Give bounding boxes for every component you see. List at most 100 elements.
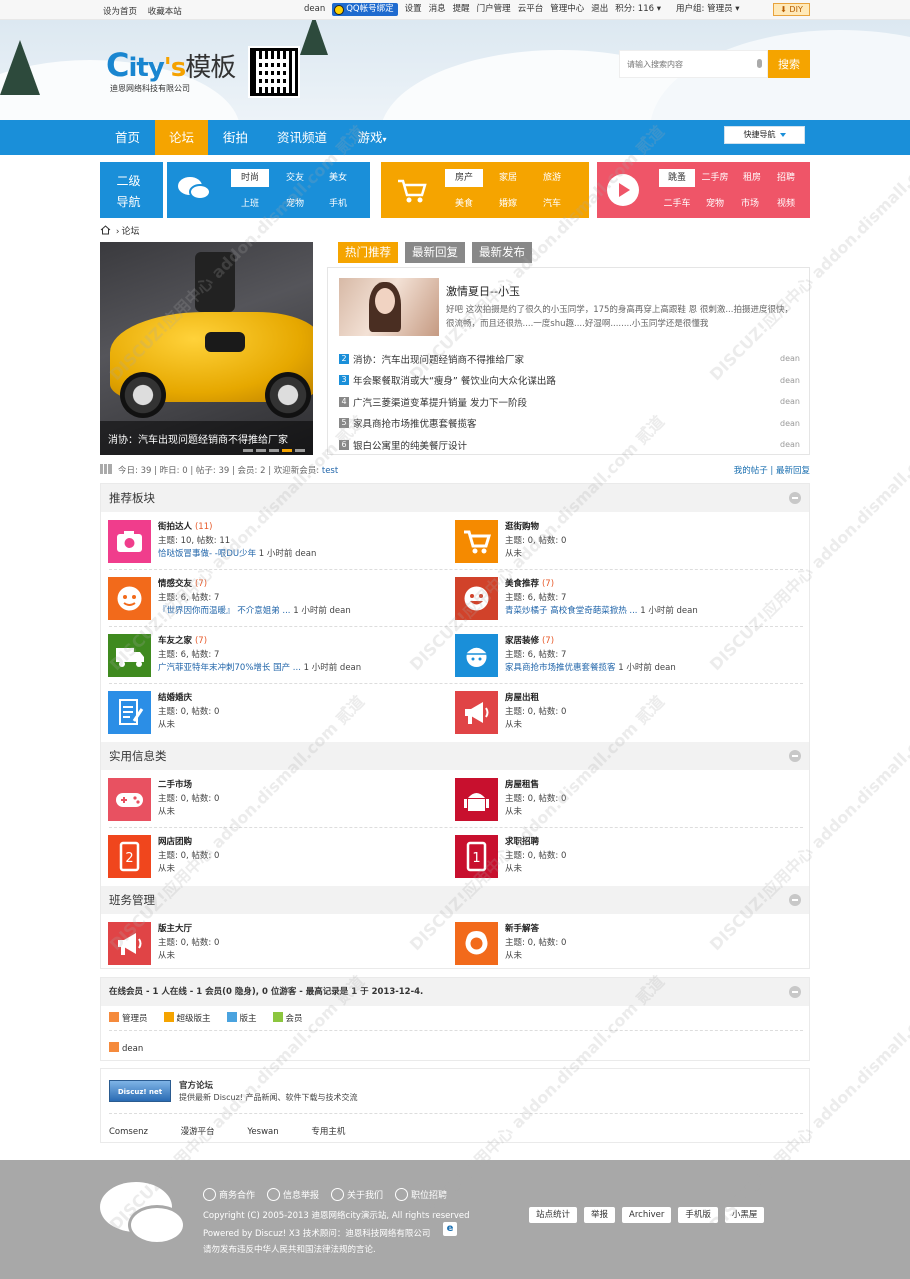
- subnav-item[interactable]: 宠物: [696, 195, 734, 213]
- forum-item[interactable]: 车友之家 (7) 主题: 6, 帖数: 7 广汽菲亚特年末冲刺70%增长 国产 ..…: [101, 626, 451, 683]
- subnav-item[interactable]: 手机: [319, 195, 357, 213]
- forum-name[interactable]: 房屋租售: [505, 778, 539, 790]
- support-icon[interactable]: [455, 922, 498, 965]
- section-title[interactable]: 班务管理: [109, 893, 155, 907]
- section-header[interactable]: 班务管理: [101, 886, 809, 914]
- footer-link-about[interactable]: 关于我们: [331, 1188, 383, 1201]
- notices-link[interactable]: 提醒: [453, 3, 470, 16]
- forum-name[interactable]: 版主大厅: [158, 922, 192, 934]
- my-posts-link[interactable]: 我的帖子: [734, 466, 768, 476]
- subnav-item[interactable]: 视频: [767, 195, 805, 213]
- subnav-item[interactable]: 美女: [319, 169, 357, 187]
- forum-name[interactable]: 家居装修 (7): [505, 634, 554, 646]
- list-item[interactable]: 6 银白公寓里的纯美餐厅设计 dean: [339, 434, 800, 456]
- subnav-item[interactable]: 家居: [489, 169, 527, 187]
- subnav-item[interactable]: 美食: [445, 195, 483, 213]
- link-item[interactable]: Yeswan: [247, 1127, 278, 1137]
- last-post-link[interactable]: 恰哒饭冒事做- -哏DU少年: [158, 549, 256, 559]
- megaphone-icon[interactable]: [455, 691, 498, 734]
- forum-item[interactable]: 新手解答 主题: 0, 帖数: 0 从未: [448, 914, 798, 971]
- nav-forum[interactable]: 论坛: [155, 120, 208, 155]
- quick-nav-button[interactable]: 快捷导航: [724, 126, 805, 144]
- report-button[interactable]: 举报: [584, 1207, 616, 1223]
- list-item-title[interactable]: 年会聚餐取消或大“瘦身” 餐饮业向大众化谋出路: [353, 373, 556, 387]
- list-item-title[interactable]: 消协：汽车出现问题经销商不得推给厂家: [353, 352, 524, 366]
- list-item[interactable]: 5 家具商抢市场推优惠套餐揽客 dean: [339, 413, 800, 435]
- nav-games[interactable]: 游戏▾: [341, 120, 403, 155]
- search-input[interactable]: [619, 50, 768, 78]
- credits-link[interactable]: 积分: 116 ▾: [615, 3, 661, 16]
- subnav-item[interactable]: 上班: [231, 195, 269, 213]
- worker-icon[interactable]: [455, 634, 498, 677]
- section-title[interactable]: 实用信息类: [109, 749, 167, 763]
- forum-name[interactable]: 街拍达人 (11): [158, 520, 212, 532]
- forum-name[interactable]: 情感交友 (7): [158, 577, 207, 589]
- link-name[interactable]: 官方论坛: [179, 1079, 213, 1091]
- forum-item[interactable]: 房屋出租 主题: 0, 帖数: 0 从未: [448, 683, 798, 740]
- footer-link-report[interactable]: 信息举报: [267, 1188, 319, 1201]
- nav-street-snap[interactable]: 街拍: [208, 120, 263, 155]
- truck-icon[interactable]: [108, 634, 151, 677]
- list-item-title[interactable]: 家具商抢市场推优惠套餐揽客: [353, 416, 477, 430]
- footer-link-business[interactable]: 商务合作: [203, 1188, 255, 1201]
- slide-dot[interactable]: [295, 449, 305, 452]
- username-link[interactable]: dean: [304, 3, 325, 16]
- forum-item[interactable]: 版主大厅 主题: 0, 帖数: 0 从未: [101, 914, 451, 971]
- search-button[interactable]: 搜索: [768, 50, 810, 78]
- slide-dot[interactable]: [269, 449, 279, 452]
- forum-item[interactable]: 二手市场 主题: 0, 帖数: 0 从未: [101, 770, 451, 827]
- breadcrumb-forum[interactable]: 论坛: [121, 227, 139, 237]
- link-item[interactable]: 漫游平台: [181, 1127, 215, 1137]
- last-post-link[interactable]: 家具商抢市场推优惠套餐揽客: [505, 663, 616, 673]
- list-item-title[interactable]: 广汽三菱渠道变革提升销量 发力下一阶段: [353, 395, 527, 409]
- link-item[interactable]: Comsenz: [109, 1127, 148, 1137]
- feature-title[interactable]: 激情夏日--小玉: [446, 283, 520, 299]
- subnav-item[interactable]: 汽车: [533, 195, 571, 213]
- forum-item[interactable]: 情感交友 (7) 主题: 6, 帖数: 7 『世界因你而温暖』 不介意姐弟 ... …: [101, 569, 451, 626]
- subnav-item[interactable]: 二手车: [659, 195, 695, 213]
- collapse-icon[interactable]: [789, 492, 801, 504]
- list-item[interactable]: 4 广汽三菱渠道变革提升销量 发力下一阶段 dean: [339, 391, 800, 413]
- phone-2-icon[interactable]: 2: [108, 835, 151, 878]
- logout-link[interactable]: 退出: [591, 3, 608, 16]
- subnav-item[interactable]: 市场: [731, 195, 769, 213]
- forum-name[interactable]: 车友之家 (7): [158, 634, 207, 646]
- last-post-link[interactable]: 广汽菲亚特年末冲刺70%增长 国产 ...: [158, 663, 301, 673]
- forum-item[interactable]: 2 网店团购 主题: 0, 帖数: 0 从未: [101, 827, 451, 884]
- security-badge-icon[interactable]: e: [443, 1222, 457, 1236]
- subnav-item[interactable]: 宠物: [276, 195, 314, 213]
- section-header[interactable]: 推荐板块: [101, 484, 809, 512]
- tab-latest-reply[interactable]: 最新回复: [405, 242, 465, 263]
- collapse-icon[interactable]: [789, 986, 801, 998]
- gamepad-icon[interactable]: [108, 778, 151, 821]
- forum-item[interactable]: 结婚婚庆 主题: 0, 帖数: 0 从未: [101, 683, 451, 740]
- slide-dot[interactable]: [256, 449, 266, 452]
- link-item[interactable]: 专用主机: [311, 1127, 345, 1137]
- set-homepage-link[interactable]: 设为首页: [103, 7, 137, 17]
- section-header[interactable]: 实用信息类: [101, 742, 809, 770]
- slide-dot[interactable]: [282, 449, 292, 452]
- microphone-icon[interactable]: [757, 59, 762, 68]
- megaphone-icon[interactable]: [108, 922, 151, 965]
- forum-name[interactable]: 房屋出租: [505, 691, 539, 703]
- new-member-link[interactable]: test: [322, 466, 338, 476]
- face-icon[interactable]: [108, 577, 151, 620]
- forum-item[interactable]: 房屋租售 主题: 0, 帖数: 0 从未: [448, 770, 798, 827]
- camera-icon[interactable]: [108, 520, 151, 563]
- home-icon[interactable]: [100, 225, 111, 235]
- portal-admin-link[interactable]: 门户管理: [477, 3, 511, 16]
- subnav-item[interactable]: 二手房: [696, 169, 734, 187]
- settings-link[interactable]: 设置: [405, 3, 422, 16]
- list-item[interactable]: 3 年会聚餐取消或大“瘦身” 餐饮业向大众化谋出路 dean: [339, 370, 800, 392]
- collapse-icon[interactable]: [789, 750, 801, 762]
- bookmark-link[interactable]: 收藏本站: [148, 7, 182, 17]
- subnav-item[interactable]: 交友: [276, 169, 314, 187]
- nav-news[interactable]: 资讯频道: [263, 120, 341, 155]
- tab-hot[interactable]: 热门推荐: [338, 242, 398, 263]
- featured-slideshow[interactable]: 消协：汽车出现问题经销商不得推给厂家: [100, 242, 313, 455]
- subnav-item[interactable]: 婚嫁: [489, 195, 527, 213]
- archiver-button[interactable]: Archiver: [622, 1207, 672, 1223]
- subnav-item[interactable]: 旅游: [533, 169, 571, 187]
- site-stats-button[interactable]: 站点统计: [529, 1207, 578, 1223]
- forum-item[interactable]: 逛街购物 主题: 0, 帖数: 0 从未: [448, 512, 798, 569]
